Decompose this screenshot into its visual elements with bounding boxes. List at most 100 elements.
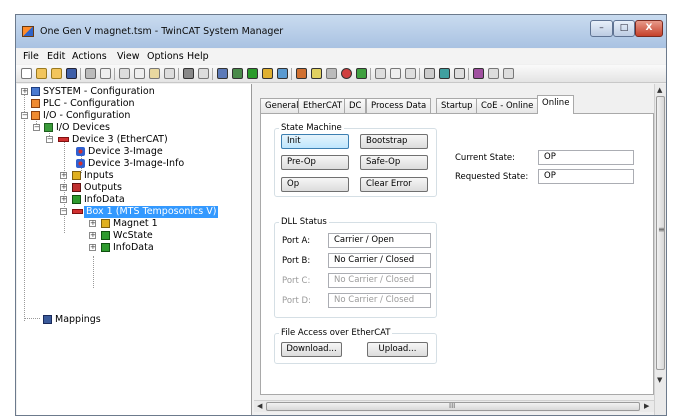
target-browser-icon[interactable] — [405, 68, 416, 79]
tab-startup[interactable]: Startup — [436, 98, 478, 113]
horizontal-scrollbar[interactable]: ◀ III ▶ — [254, 400, 654, 412]
tree-node-outputs[interactable]: + Outputs — [17, 182, 247, 194]
show-sub-items-icon[interactable] — [375, 68, 386, 79]
expand-icon[interactable]: + — [89, 244, 96, 251]
menu-bar: File Edit Actions View Options Help — [16, 49, 666, 64]
tree-node-io-devices[interactable]: − I/O Devices — [17, 122, 247, 134]
collapse-icon[interactable]: − — [21, 112, 28, 119]
maximize-button[interactable]: □ — [613, 20, 635, 37]
tree-node-io[interactable]: − I/O - Configuration — [17, 110, 247, 122]
set-run-mode-icon[interactable] — [262, 68, 273, 79]
expand-icon[interactable]: + — [21, 88, 28, 95]
zoom-icon[interactable] — [390, 68, 401, 79]
upload-button[interactable]: Upload... — [367, 342, 428, 357]
expand-icon[interactable]: + — [60, 184, 67, 191]
menu-file[interactable]: File — [23, 51, 39, 62]
vertical-scroll-thumb[interactable]: ≡ — [656, 96, 665, 370]
save-icon[interactable] — [66, 68, 77, 79]
tab-online[interactable]: Online — [537, 95, 575, 114]
find-next-icon[interactable] — [198, 68, 209, 79]
print-icon[interactable] — [85, 68, 96, 79]
horizontal-scroll-thumb[interactable]: III — [266, 402, 640, 411]
menu-actions[interactable]: Actions — [72, 51, 107, 62]
expand-icon[interactable]: + — [89, 232, 96, 239]
menu-view[interactable]: View — [117, 51, 140, 62]
collapse-icon[interactable]: − — [60, 208, 67, 215]
tree-node-label: WcState — [113, 230, 153, 241]
scroll-up-icon[interactable]: ▲ — [657, 86, 662, 94]
check-configuration-icon[interactable] — [232, 68, 243, 79]
cut-icon[interactable] — [119, 68, 130, 79]
tree-node-inputs[interactable]: + Inputs — [17, 170, 247, 182]
tree-node-magnet1[interactable]: + Magnet 1 — [17, 218, 247, 230]
clear-error-button[interactable]: Clear Error — [360, 177, 428, 192]
open-file-icon[interactable] — [36, 68, 47, 79]
set-config-mode-icon[interactable] — [277, 68, 288, 79]
ethercat-icon[interactable] — [439, 68, 450, 79]
start-recording-icon[interactable] — [356, 68, 367, 79]
menu-edit[interactable]: Edit — [47, 51, 65, 62]
scroll-down-icon[interactable]: ▼ — [657, 376, 662, 384]
infodata-icon — [101, 231, 110, 240]
safe-op-button[interactable]: Safe-Op — [360, 155, 428, 170]
port-c-field: No Carrier / Closed — [328, 273, 431, 288]
tree-node-label: Device 3-Image — [88, 146, 163, 157]
paste-icon[interactable] — [149, 68, 160, 79]
collapse-icon[interactable]: − — [33, 124, 40, 131]
download-button[interactable]: Download... — [281, 342, 342, 357]
tab-dc[interactable]: DC — [344, 98, 367, 113]
tab-ethercat[interactable]: EtherCAT — [298, 98, 348, 113]
help-icon[interactable] — [488, 68, 499, 79]
tree-node-box-infodata[interactable]: + InfoData — [17, 242, 247, 254]
menu-options[interactable]: Options — [147, 51, 184, 62]
close-button[interactable]: X — [635, 20, 663, 37]
toggle-free-run-icon[interactable] — [326, 68, 337, 79]
inputs-icon — [101, 219, 110, 228]
new-file-icon[interactable] — [21, 68, 32, 79]
scroll-grip-icon: III — [449, 402, 456, 410]
collapse-icon[interactable]: − — [46, 136, 53, 143]
configuration-tree: + SYSTEM - Configuration PLC - Configura… — [17, 84, 252, 415]
tree-node-plc[interactable]: PLC - Configuration — [17, 98, 247, 110]
tree-node-box1[interactable]: − Box 1 (MTS Temposonics V) — [17, 206, 247, 218]
info-icon[interactable] — [454, 68, 465, 79]
expand-icon[interactable]: + — [60, 172, 67, 179]
reload-devices-icon[interactable] — [296, 68, 307, 79]
tree-node-device3-image-info[interactable]: Device 3-Image-Info — [17, 158, 247, 170]
io-config-icon — [31, 111, 40, 120]
scroll-left-icon[interactable]: ◀ — [257, 402, 262, 410]
copy-icon[interactable] — [134, 68, 145, 79]
pre-op-button[interactable]: Pre-Op — [281, 155, 349, 170]
tree-node-mappings[interactable]: Mappings — [17, 314, 247, 326]
activate-configuration-icon[interactable] — [247, 68, 258, 79]
port-b-label: Port B: — [282, 256, 311, 266]
tab-coe-online[interactable]: CoE - Online — [476, 98, 539, 113]
tree-node-infodata[interactable]: + InfoData — [17, 194, 247, 206]
generate-mappings-icon[interactable] — [217, 68, 228, 79]
title-bar[interactable]: One Gen V magnet.tsm - TwinCAT System Ma… — [16, 15, 666, 48]
find-icon[interactable] — [183, 68, 194, 79]
open-folder-icon[interactable] — [51, 68, 62, 79]
tab-process-data[interactable]: Process Data — [366, 98, 432, 113]
security-icon[interactable] — [473, 68, 484, 79]
logger-icon[interactable] — [424, 68, 435, 79]
paste-with-links-icon[interactable] — [164, 68, 175, 79]
tree-node-wcstate[interactable]: + WcState — [17, 230, 247, 242]
op-button[interactable]: Op — [281, 177, 349, 192]
vertical-scrollbar[interactable]: ▲ ≡ ▼ — [654, 84, 666, 415]
scroll-right-icon[interactable]: ▶ — [644, 402, 649, 410]
expand-icon[interactable]: + — [89, 220, 96, 227]
expand-icon[interactable]: + — [60, 196, 67, 203]
menu-help[interactable]: Help — [187, 51, 209, 62]
tree-node-device3[interactable]: − Device 3 (EtherCAT) — [17, 134, 247, 146]
print-preview-icon[interactable] — [100, 68, 111, 79]
tree-node-device3-image[interactable]: Device 3-Image — [17, 146, 247, 158]
minimize-button[interactable]: – — [590, 20, 613, 37]
bootstrap-button[interactable]: Bootstrap — [360, 134, 428, 149]
show-online-data-icon[interactable] — [341, 68, 352, 79]
scan-devices-icon[interactable] — [311, 68, 322, 79]
tab-general[interactable]: General — [260, 98, 304, 113]
tree-node-system[interactable]: + SYSTEM - Configuration — [17, 86, 247, 98]
context-help-icon[interactable] — [503, 68, 514, 79]
init-button[interactable]: Init — [281, 134, 349, 149]
